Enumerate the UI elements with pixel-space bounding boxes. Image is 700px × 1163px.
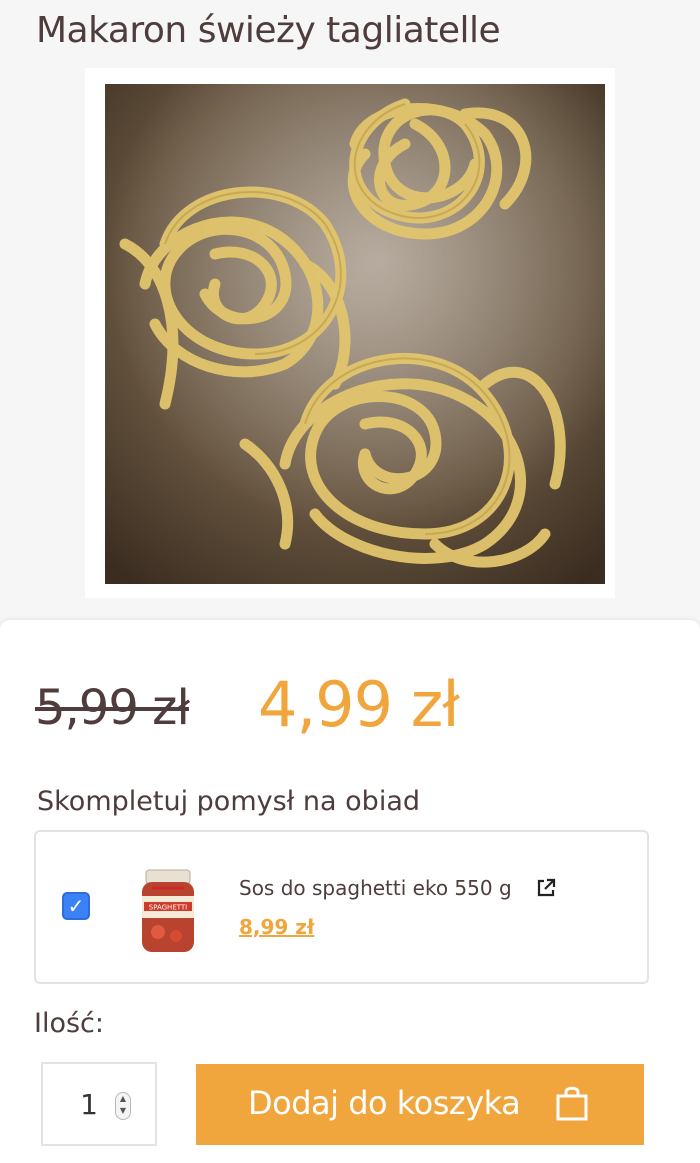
quantity-spinner[interactable]: ▲ ▼ (115, 1092, 131, 1120)
product-image[interactable] (105, 84, 605, 584)
quantity-label: Ilość: (34, 1008, 104, 1039)
product-image-frame (85, 68, 615, 598)
old-price: 5,99 zł (35, 680, 190, 736)
sauce-jar-image[interactable]: SPAGHETTI (138, 868, 198, 956)
quantity-value[interactable]: 1 (77, 1088, 101, 1121)
jar-label: SPAGHETTI (149, 904, 188, 912)
complement-heading: Skompletuj pomysł na obiad (37, 786, 421, 817)
current-price: 4,99 zł (258, 668, 460, 741)
tagliatelle-photo (105, 84, 605, 584)
add-to-cart-button[interactable]: Dodaj do koszyka (196, 1064, 644, 1145)
addon-product-card: ✓ SPAGHETTI Sos do spaghetti eko 550 g 8… (34, 830, 649, 984)
product-title: Makaron świeży tagliatelle (36, 10, 501, 51)
shopping-bag-icon (556, 1086, 588, 1121)
addon-price[interactable]: 8,99 zł (239, 915, 314, 939)
addon-name: Sos do spaghetti eko 550 g (239, 876, 512, 900)
quantity-stepper[interactable]: 1 ▲ ▼ (41, 1062, 157, 1146)
addon-checkbox[interactable]: ✓ (62, 892, 90, 920)
add-to-cart-label: Dodaj do koszyka (248, 1084, 521, 1122)
external-link-icon[interactable] (534, 876, 558, 900)
